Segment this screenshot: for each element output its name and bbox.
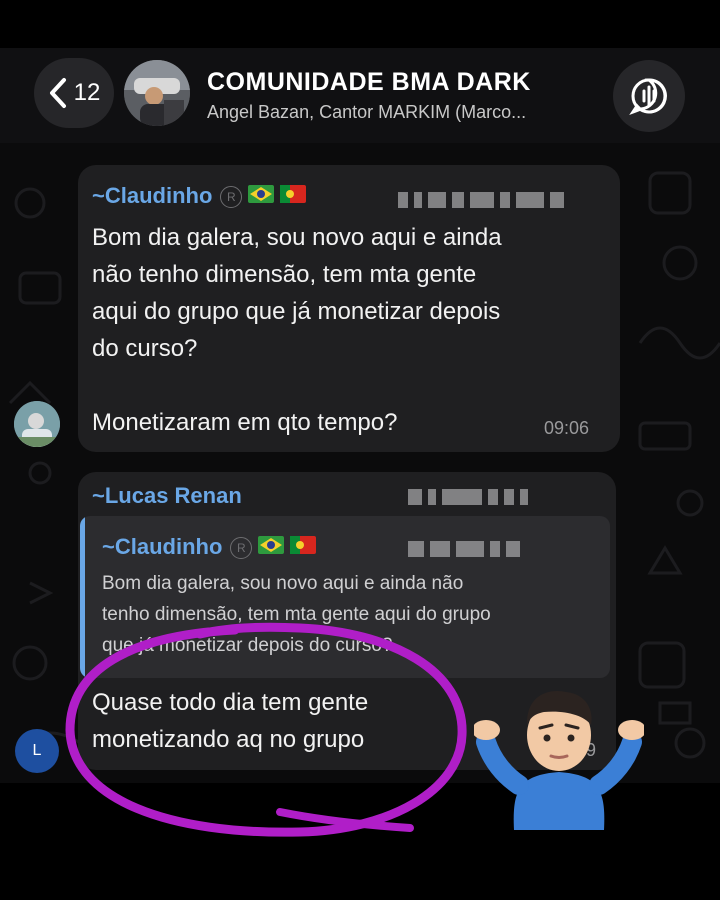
message-text: Bom dia galera, sou novo aqui e ainda nã… (92, 224, 502, 436)
message-text: Quase todo dia tem gente monetizando aq … (92, 689, 369, 753)
audio-chat-button[interactable] (613, 60, 685, 132)
quote-sender-name: ~Claudinho R (102, 534, 317, 560)
sender-name[interactable]: ~Claudinho R (92, 183, 307, 209)
brazil-flag-icon (258, 534, 285, 554)
sender-avatar[interactable] (14, 401, 60, 447)
audio-chat-icon (629, 78, 667, 116)
group-title: COMUNIDADE BMA DARK (207, 68, 531, 96)
shrug-emoji (474, 690, 644, 830)
registered-icon: R (230, 537, 253, 559)
sender-avatar[interactable]: L (15, 729, 59, 773)
group-members: Angel Bazan, Cantor MARKIM (Marco... (207, 102, 527, 122)
quote-accent (80, 516, 85, 678)
portugal-flag-icon (290, 534, 317, 554)
avatar-initial: L (32, 742, 42, 759)
registered-icon: R (220, 186, 243, 208)
unread-count: 12 (73, 79, 101, 106)
brazil-flag-icon (248, 183, 275, 203)
message-bubble[interactable]: ~Claudinho R Bom dia galera, sou novo aqu… (78, 165, 620, 452)
quoted-message[interactable]: ~Claudinho R Bom dia galera, sou novo aqu… (80, 516, 610, 678)
blurred-phone (398, 189, 564, 211)
chat-header: 12 COMUNIDADE BMA DARK Angel Bazan, Cant… (0, 48, 720, 143)
group-avatar[interactable] (124, 60, 190, 126)
chevron-left-icon (49, 78, 66, 108)
message-time: 09:06 (544, 418, 590, 438)
back-button[interactable]: 12 (34, 58, 114, 128)
blurred-phone (408, 538, 520, 560)
blurred-phone (408, 486, 528, 508)
sender-name[interactable]: ~Lucas Renan (92, 483, 242, 509)
quote-text: Bom dia galera, sou novo aqui e ainda nã… (102, 573, 491, 656)
portugal-flag-icon (280, 183, 307, 203)
